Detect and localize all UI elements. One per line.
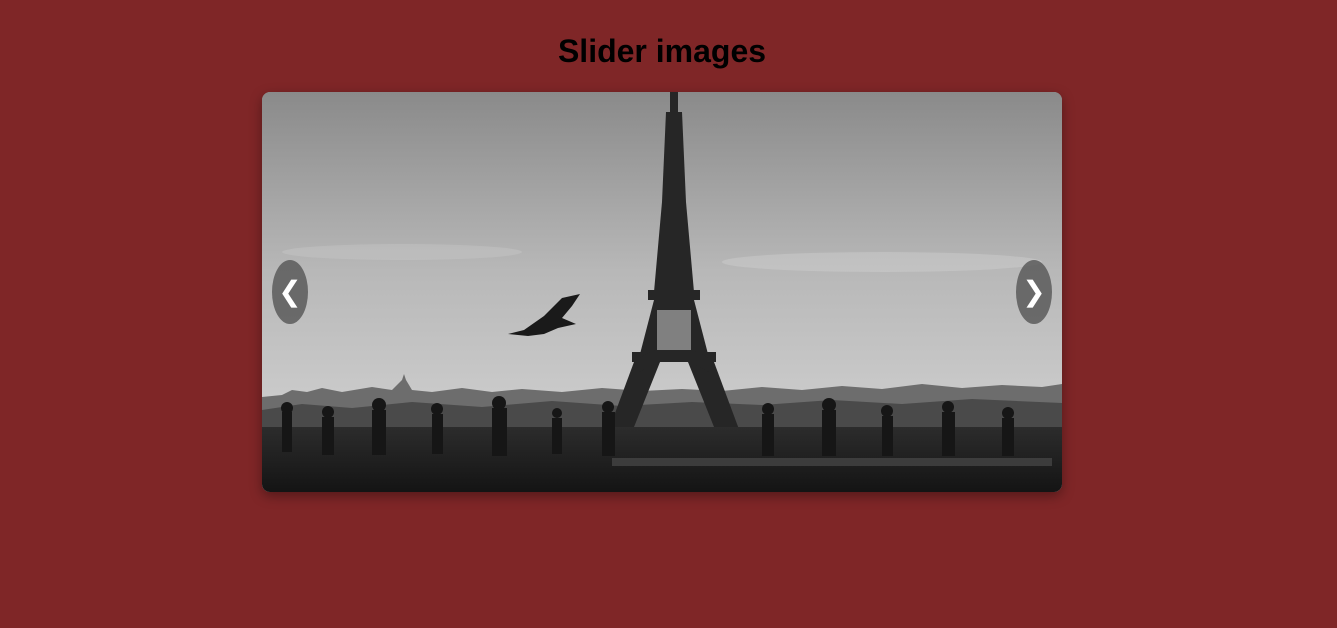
prev-slide-button[interactable]: ❮	[272, 260, 308, 324]
eiffel-tower-photo	[262, 92, 1062, 492]
next-slide-button[interactable]: ❯	[1016, 260, 1052, 324]
page-title: Slider images	[557, 33, 767, 69]
slide-image	[262, 92, 1062, 492]
chevron-right-icon: ❯	[1022, 275, 1046, 308]
chevron-left-icon: ❮	[278, 275, 302, 308]
image-slider: ❮ ❯	[262, 92, 1062, 492]
